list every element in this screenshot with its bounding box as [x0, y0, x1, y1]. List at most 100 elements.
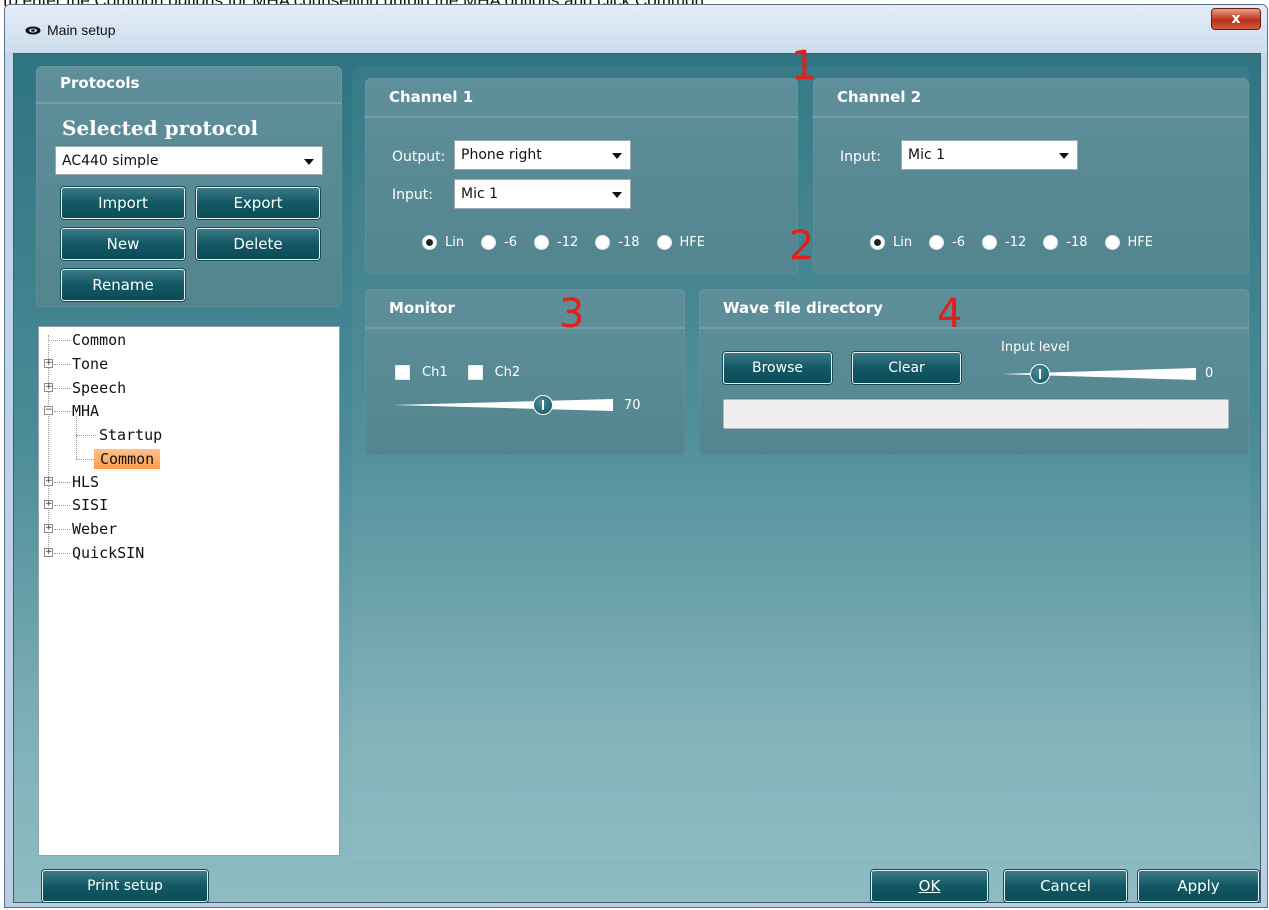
tree-item-label: QuickSIN [72, 544, 145, 562]
channel2-input-select[interactable]: Mic 1 [901, 140, 1078, 170]
radio-label: -12 [557, 235, 579, 250]
close-button[interactable]: x [1211, 8, 1261, 30]
channel1-title: Channel 1 [389, 88, 474, 106]
tree-item-common[interactable]: Common [72, 330, 126, 350]
tree-item-label: Startup [99, 426, 163, 444]
channel1-filter-lin-radio[interactable] [422, 235, 437, 250]
channel1-input-value: Mic 1 [461, 186, 499, 202]
close-icon: x [1231, 11, 1241, 27]
channel1-filter-group: Lin -6 -12 -18 HFE [422, 235, 722, 250]
channel1-filter-12-radio[interactable] [534, 235, 550, 250]
tree-item-label: Common [72, 331, 127, 349]
clear-button[interactable]: Clear [852, 352, 961, 384]
tree-connector [54, 364, 70, 365]
radio-label: -18 [1066, 235, 1088, 250]
tree-connector [76, 459, 96, 460]
collapse-icon[interactable]: − [44, 406, 53, 415]
slider-thumb[interactable] [1030, 364, 1050, 384]
cancel-button[interactable]: Cancel [1004, 870, 1127, 902]
channel2-input-label: Input: [840, 149, 881, 165]
channel1-filter-6-radio[interactable] [481, 235, 497, 250]
chevron-down-icon [1059, 153, 1069, 159]
expand-icon[interactable]: + [44, 359, 53, 368]
rename-button[interactable]: Rename [61, 269, 185, 301]
import-button[interactable]: Import [61, 187, 185, 219]
protocols-panel: Protocols Selected protocol AC440 simple… [36, 66, 342, 307]
tree-connector [54, 553, 70, 554]
new-button-label: New [106, 235, 140, 253]
channel1-filter-18-radio[interactable] [595, 235, 611, 250]
channel2-filter-6-radio[interactable] [929, 235, 945, 250]
channel2-input-value: Mic 1 [908, 147, 946, 163]
tree-connector [54, 529, 70, 530]
tree-connector [54, 505, 70, 506]
import-button-label: Import [98, 194, 148, 212]
expand-icon[interactable]: + [44, 524, 53, 533]
channel2-filter-18-radio[interactable] [1043, 235, 1059, 250]
tree-item-sisi[interactable]: SISI [72, 495, 108, 515]
window-title: Main setup [47, 22, 116, 38]
channel2-filter-12-radio[interactable] [982, 235, 998, 250]
delete-button[interactable]: Delete [196, 228, 320, 260]
tree-item-speech[interactable]: Speech [72, 378, 126, 398]
channel2-panel: Channel 2 Input: Mic 1 Lin -6 -12 -18 HF… [813, 78, 1249, 274]
tree-item-label: Common [100, 450, 155, 468]
tree-item-label: Weber [72, 520, 118, 538]
input-level-slider[interactable] [1001, 362, 1196, 386]
tree-item-weber[interactable]: Weber [72, 519, 117, 539]
channel1-input-label: Input: [392, 187, 433, 203]
ok-button[interactable]: OK [871, 870, 988, 902]
new-button[interactable]: New [61, 228, 185, 260]
chevron-down-icon [304, 159, 314, 165]
checkbox-label: Ch2 [494, 365, 521, 380]
client-area: Protocols Selected protocol AC440 simple… [13, 46, 1261, 903]
tree-item-label: MHA [72, 402, 100, 420]
monitor-channel-group: Ch1 Ch2 [395, 365, 520, 380]
expand-icon[interactable]: + [44, 383, 53, 392]
protocol-tree[interactable]: Common + Tone + Speech − MHA Startup Com… [38, 326, 340, 856]
protocol-select[interactable]: AC440 simple [55, 146, 323, 175]
tree-item-label: Speech [72, 379, 127, 397]
radio-label: -6 [952, 235, 966, 250]
channel2-filter-lin-radio[interactable] [870, 235, 885, 250]
annotation-2: 2 [789, 223, 815, 269]
expand-icon[interactable]: + [44, 477, 53, 486]
radio-label: Lin [893, 235, 913, 250]
monitor-ch1-checkbox[interactable] [395, 365, 410, 380]
channel1-filter-hfe-radio[interactable] [656, 235, 672, 250]
input-level-value: 0 [1205, 366, 1214, 381]
channel1-header: Channel 1 [365, 78, 798, 118]
browse-button[interactable]: Browse [723, 352, 832, 384]
main-setup-window: Main setup x Protocols Selected protocol… [4, 4, 1268, 908]
expand-icon[interactable]: + [44, 500, 53, 509]
cancel-button-label: Cancel [1040, 877, 1091, 895]
print-setup-button[interactable]: Print setup [42, 870, 208, 902]
tree-item-label: Tone [72, 355, 109, 373]
tree-item-tone[interactable]: Tone [72, 354, 108, 374]
protocol-select-value: AC440 simple [62, 153, 159, 169]
browse-button-label: Browse [752, 360, 803, 376]
slider-thumb[interactable] [533, 395, 553, 415]
expand-icon[interactable]: + [44, 548, 53, 557]
checkbox-label: Ch1 [422, 365, 448, 380]
app-icon [25, 26, 41, 35]
tree-item-mha-common[interactable]: Common [94, 449, 161, 469]
delete-button-label: Delete [233, 235, 283, 253]
export-button[interactable]: Export [196, 187, 320, 219]
channel2-filter-hfe-radio[interactable] [1104, 235, 1120, 250]
tree-connector [54, 482, 70, 483]
radio-label: HFE [1127, 235, 1153, 250]
tree-connector [76, 435, 96, 436]
channel1-output-select[interactable]: Phone right [454, 140, 631, 170]
monitor-ch2-checkbox[interactable] [467, 365, 483, 380]
tree-item-mha[interactable]: MHA [72, 401, 99, 421]
wave-directory-field[interactable] [723, 399, 1229, 429]
tree-item-quicksin[interactable]: QuickSIN [72, 543, 144, 563]
radio-label: -6 [504, 235, 518, 250]
tree-item-startup[interactable]: Startup [99, 425, 162, 445]
channel1-input-select[interactable]: Mic 1 [454, 179, 631, 209]
apply-button[interactable]: Apply [1138, 870, 1259, 902]
tree-item-hls[interactable]: HLS [72, 472, 99, 492]
monitor-level-slider[interactable] [393, 393, 613, 417]
radio-label: -12 [1005, 235, 1027, 250]
